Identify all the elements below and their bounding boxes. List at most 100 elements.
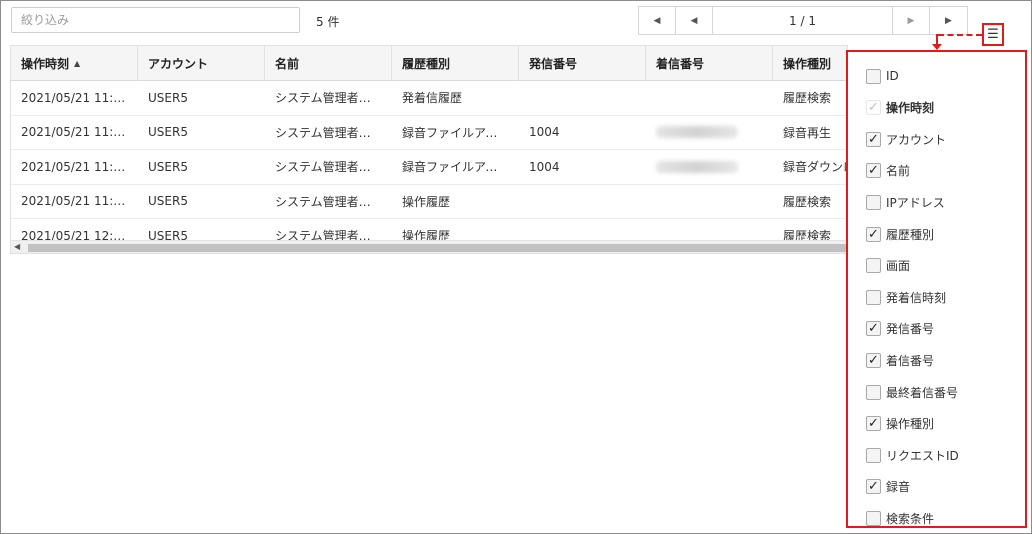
table-cell: 2021/05/21 11:4… bbox=[21, 159, 127, 174]
column-option-label: 発信番号 bbox=[886, 322, 935, 337]
table-cell: 2021/05/21 11:4… bbox=[21, 194, 127, 209]
column-header-label: 操作種別 bbox=[783, 57, 832, 71]
column-option-label: 操作種別 bbox=[886, 417, 935, 432]
table-cell: 履歴検索 bbox=[783, 194, 832, 209]
column-option[interactable]: ✓ 履歴種別 bbox=[866, 224, 934, 244]
checkbox-checked-icon[interactable]: ✓ bbox=[866, 321, 881, 337]
checkbox-checked-icon[interactable]: ✓ bbox=[866, 479, 881, 495]
table-cell: システム管理者ア… bbox=[275, 194, 381, 209]
table-cell bbox=[646, 150, 773, 184]
grid-body: 2021/05/21 11:4… USER5 システム管理者ア… 発着信履歴 履歴検索 2… bbox=[11, 81, 848, 253]
table-cell: システム管理者ア… bbox=[275, 160, 381, 175]
annotation-connector-vertical bbox=[936, 34, 938, 44]
table-cell: USER5 bbox=[148, 125, 188, 140]
column-option-label: 操作時刻 bbox=[886, 101, 935, 116]
column-header[interactable]: 名前 bbox=[265, 46, 392, 81]
checkbox-unchecked-icon[interactable] bbox=[866, 68, 881, 84]
checkbox-checked-icon[interactable]: ✓ bbox=[866, 226, 881, 242]
result-count: 5 件 bbox=[316, 15, 340, 29]
column-option-label: アカウント bbox=[886, 132, 947, 147]
column-option[interactable]: 検索条件 bbox=[866, 508, 934, 528]
column-option-label: リクエストID bbox=[886, 448, 959, 463]
checkbox-checked-icon[interactable]: ✓ bbox=[866, 131, 881, 147]
table-cell: 発着信履歴 bbox=[402, 91, 463, 106]
column-header[interactable]: 発信番号 bbox=[519, 46, 646, 81]
table-cell: 録音ファイルアク… bbox=[402, 125, 508, 140]
column-option-label: 名前 bbox=[886, 164, 911, 179]
checkbox-unchecked-icon[interactable] bbox=[866, 384, 881, 400]
column-header-label: 履歴種別 bbox=[402, 57, 451, 71]
table-cell: 録音ダウンロ bbox=[783, 160, 848, 175]
column-header[interactable]: 操作種別 bbox=[773, 46, 847, 81]
scrollbar-thumb[interactable] bbox=[28, 244, 847, 252]
column-option[interactable]: IPアドレス bbox=[866, 192, 945, 212]
column-header-label: 発信番号 bbox=[529, 57, 578, 71]
column-option-label: 最終着信番号 bbox=[886, 385, 959, 400]
column-option-label: 録音 bbox=[886, 480, 911, 495]
column-option-label: 着信番号 bbox=[886, 353, 935, 368]
table-row[interactable]: 2021/05/21 11:4… USER5 システム管理者ア… 発着信履歴 履歴検索 bbox=[11, 81, 847, 116]
column-option-label: 発着信時刻 bbox=[886, 290, 947, 305]
checkbox-unchecked-icon[interactable] bbox=[866, 289, 881, 305]
column-menu-button[interactable]: ☰ bbox=[982, 23, 1004, 46]
table-cell: 履歴検索 bbox=[783, 91, 832, 106]
column-header[interactable]: 履歴種別 bbox=[392, 46, 519, 81]
table-cell bbox=[519, 185, 646, 219]
column-option[interactable]: 画面 bbox=[866, 256, 910, 276]
column-header[interactable]: 操作時刻 ▲ bbox=[11, 46, 138, 81]
checkbox-checked-icon[interactable]: ✓ bbox=[866, 352, 881, 368]
table-cell: 1004 bbox=[529, 159, 560, 174]
table-cell: 録音ファイルアク… bbox=[402, 160, 508, 175]
first-page-button[interactable]: ◀ bbox=[639, 7, 676, 34]
annotation-connector bbox=[938, 34, 982, 36]
table-cell: 録音再生 bbox=[783, 125, 832, 140]
last-page-button[interactable]: ▶ bbox=[930, 7, 967, 34]
column-option[interactable]: リクエストID bbox=[866, 445, 959, 465]
column-option[interactable]: ✓ 着信番号 bbox=[866, 350, 934, 370]
table-cell: USER5 bbox=[148, 90, 188, 105]
checkbox-unchecked-icon[interactable] bbox=[866, 510, 881, 526]
column-header[interactable]: アカウント bbox=[138, 46, 265, 81]
table-cell: 2021/05/21 11:4… bbox=[21, 90, 127, 105]
table-row[interactable]: 2021/05/21 11:4… USER5 システム管理者ア… 操作履歴 履歴検索 bbox=[11, 184, 847, 219]
column-option[interactable]: 発着信時刻 bbox=[866, 287, 946, 307]
checkbox-unchecked-icon[interactable] bbox=[866, 258, 881, 274]
horizontal-scrollbar[interactable]: ◀ bbox=[11, 240, 847, 253]
checkbox-unchecked-icon[interactable] bbox=[866, 447, 881, 463]
column-header-label: アカウント bbox=[148, 57, 209, 71]
sort-asc-icon: ▲ bbox=[74, 59, 81, 68]
column-option: ✓ 操作時刻 bbox=[866, 98, 934, 118]
column-option-label: 検索条件 bbox=[886, 511, 935, 526]
filter-input[interactable] bbox=[11, 7, 300, 33]
table-cell bbox=[646, 185, 773, 219]
table-cell bbox=[646, 81, 773, 115]
next-page-button[interactable]: ▶ bbox=[893, 7, 930, 34]
column-option[interactable]: ✓ 録音 bbox=[866, 477, 910, 497]
column-option[interactable]: 最終着信番号 bbox=[866, 382, 958, 402]
page-info: 1 / 1 bbox=[713, 7, 893, 34]
checkbox-checked-icon[interactable]: ✓ bbox=[866, 163, 881, 179]
checkbox-unchecked-icon[interactable] bbox=[866, 194, 881, 210]
table-row[interactable]: 2021/05/21 11:4… USER5 システム管理者ア… 録音ファイルアク… 1… bbox=[11, 150, 848, 185]
table-cell: 操作履歴 bbox=[402, 194, 451, 209]
table-cell bbox=[646, 116, 773, 150]
column-option[interactable]: ✓ 操作種別 bbox=[866, 414, 934, 434]
column-option[interactable]: ID bbox=[866, 66, 899, 86]
table-cell: システム管理者ア… bbox=[275, 125, 381, 140]
column-chooser-panel: ID ✓ 操作時刻 ✓ アカウント ✓ 名前 IPアドレス ✓ 履歴種別 画面 発着信時刻 ✓ 発信番号 ✓… bbox=[846, 50, 1027, 528]
column-option-label: ID bbox=[886, 69, 899, 83]
prev-page-icon: ◀ bbox=[690, 15, 698, 26]
column-option[interactable]: ✓ 発信番号 bbox=[866, 319, 934, 339]
column-header[interactable]: 着信番号 bbox=[646, 46, 773, 81]
column-option[interactable]: ✓ アカウント bbox=[866, 129, 946, 149]
scroll-left-icon[interactable]: ◀ bbox=[14, 242, 20, 251]
table-row[interactable]: 2021/05/21 11:4… USER5 システム管理者ア… 録音ファイルアク… 1… bbox=[11, 115, 847, 150]
prev-page-button[interactable]: ◀ bbox=[676, 7, 713, 34]
last-page-icon: ▶ bbox=[945, 15, 952, 26]
table-cell bbox=[519, 81, 646, 115]
column-option[interactable]: ✓ 名前 bbox=[866, 161, 910, 181]
hamburger-menu-icon: ☰ bbox=[987, 27, 999, 42]
column-header-label: 操作時刻 bbox=[21, 57, 70, 71]
redacted-value bbox=[656, 160, 738, 173]
checkbox-checked-icon[interactable]: ✓ bbox=[866, 416, 881, 432]
